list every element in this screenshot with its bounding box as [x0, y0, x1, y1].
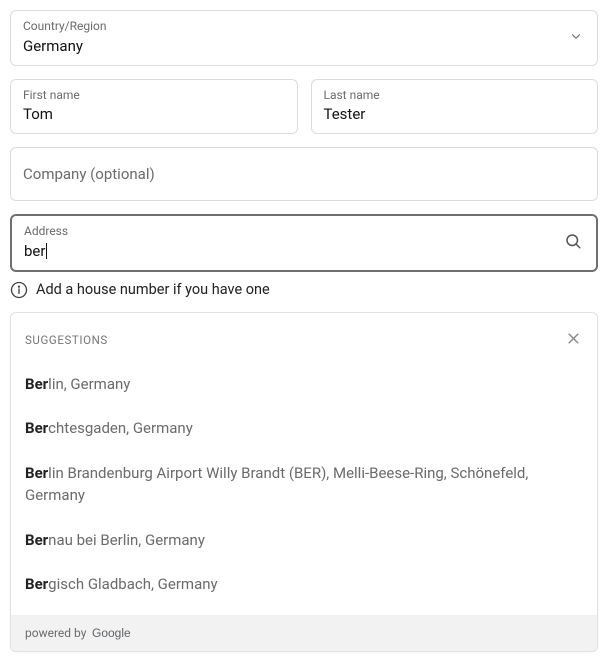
address-value: ber: [24, 241, 552, 262]
close-suggestions-button[interactable]: [564, 329, 583, 352]
first-name-field[interactable]: First name Tom: [10, 79, 298, 135]
country-value: Germany: [23, 36, 557, 57]
address-label: Address: [24, 224, 552, 240]
chevron-down-icon: [569, 28, 583, 47]
powered-by-bar: powered by Google: [11, 615, 597, 651]
suggestion-item[interactable]: Berlin Brandenburg Airport Willy Brandt …: [11, 451, 597, 518]
first-name-value: Tom: [23, 104, 285, 125]
suggestion-item[interactable]: Bernau bei Berlin, Germany: [11, 518, 597, 563]
address-input[interactable]: Address ber: [10, 214, 598, 272]
google-logo: Google: [92, 625, 141, 641]
last-name-label: Last name: [324, 88, 586, 104]
suggestion-item[interactable]: Bergisch Gladbach, Germany: [11, 562, 597, 607]
suggestion-item[interactable]: Berlin, Germany: [11, 362, 597, 407]
company-placeholder: Company (optional): [23, 165, 585, 183]
info-icon: [10, 281, 28, 299]
search-icon: [564, 232, 582, 254]
last-name-field[interactable]: Last name Tester: [311, 79, 599, 135]
suggestions-panel: SUGGESTIONS Berlin, Germany Berchtesgade…: [10, 312, 598, 652]
svg-text:Google: Google: [92, 626, 131, 640]
address-hint: Add a house number if you have one: [10, 281, 598, 299]
suggestion-item[interactable]: Berchtesgaden, Germany: [11, 406, 597, 451]
hint-text: Add a house number if you have one: [36, 281, 270, 298]
first-name-label: First name: [23, 88, 285, 104]
powered-by-text: powered by: [25, 626, 86, 640]
last-name-value: Tester: [324, 104, 586, 125]
text-caret: [46, 243, 47, 259]
country-select[interactable]: Country/Region Germany: [10, 10, 598, 66]
company-field[interactable]: Company (optional): [10, 147, 598, 201]
suggestion-list: Berlin, Germany Berchtesgaden, Germany B…: [11, 358, 597, 615]
close-icon: [566, 331, 581, 346]
country-label: Country/Region: [23, 19, 557, 35]
suggestions-title: SUGGESTIONS: [25, 333, 108, 347]
